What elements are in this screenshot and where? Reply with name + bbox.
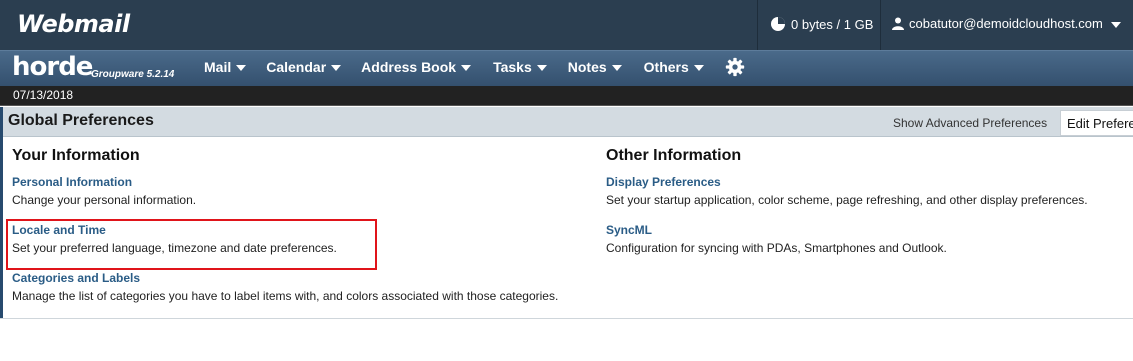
categories-and-labels-desc: Manage the list of categories you have t… (12, 289, 559, 303)
syncml-desc: Configuration for syncing with PDAs, Sma… (606, 241, 947, 255)
main-menu: Mail Calendar Address Book Tasks Notes O… (204, 59, 704, 75)
other-information-heading: Other Information (606, 147, 742, 164)
left-rail (0, 107, 3, 319)
syncml-link[interactable]: SyncML (606, 223, 1088, 237)
menu-notes-label: Notes (567, 59, 607, 75)
pref-item-personal-information: Personal Information Change your persona… (12, 175, 558, 223)
menu-tasks-label: Tasks (493, 59, 532, 75)
gear-icon[interactable] (725, 57, 745, 77)
webmail-topbar: Webmail 0 bytes / 1 GB cobatutor@demoidc… (0, 0, 1133, 50)
display-preferences-link[interactable]: Display Preferences (606, 175, 1088, 189)
chevron-down-icon (536, 65, 547, 71)
menu-others-label: Others (643, 59, 689, 75)
menu-calendar-label: Calendar (266, 59, 327, 75)
date-bar: 07/13/2018 (0, 86, 1133, 106)
other-information-section: Other Information Display Preferences Se… (606, 147, 1088, 271)
menu-calendar[interactable]: Calendar (266, 59, 342, 75)
topbar-divider (880, 0, 881, 50)
user-email: cobatutor@demoidcloudhost.com (909, 16, 1103, 31)
menu-tasks[interactable]: Tasks (493, 59, 547, 75)
webmail-logo[interactable]: Webmail (17, 10, 130, 38)
menu-address-book-label: Address Book (361, 59, 457, 75)
show-advanced-preferences-link[interactable]: Show Advanced Preferences (893, 116, 1047, 130)
quota-text: 0 bytes / 1 GB (791, 16, 874, 32)
groupware-version: Groupware 5.2.14 (91, 69, 175, 80)
chevron-down-icon (693, 65, 704, 71)
content-divider (0, 318, 1133, 319)
personal-information-link[interactable]: Personal Information (12, 175, 558, 189)
prefs-header: Global Preferences Show Advanced Prefere… (0, 107, 1133, 137)
categories-and-labels-link[interactable]: Categories and Labels (12, 271, 558, 285)
highlight-box (6, 219, 377, 270)
menu-others[interactable]: Others (644, 59, 704, 75)
chevron-down-icon (236, 65, 247, 71)
horde-logo[interactable]: horde (12, 52, 93, 82)
horde-navbar: horde Groupware 5.2.14 Mail Calendar Add… (0, 50, 1133, 86)
display-preferences-desc: Set your startup application, color sche… (606, 193, 1088, 207)
pref-item-display-preferences: Display Preferences Set your startup app… (606, 175, 1088, 223)
your-information-heading: Your Information (12, 147, 140, 164)
current-date: 07/13/2018 (13, 88, 74, 102)
chevron-down-icon (611, 65, 622, 71)
menu-mail-label: Mail (204, 59, 232, 75)
menu-notes[interactable]: Notes (568, 59, 622, 75)
personal-information-desc: Change your personal information. (12, 193, 197, 207)
pie-chart-icon (771, 17, 785, 31)
page-title: Global Preferences (8, 112, 154, 129)
topbar-divider (757, 0, 758, 50)
quota-indicator[interactable]: 0 bytes / 1 GB (770, 16, 873, 32)
chevron-down-icon[interactable] (1111, 22, 1121, 28)
menu-mail[interactable]: Mail (204, 59, 247, 75)
pref-item-syncml: SyncML Configuration for syncing with PD… (606, 223, 1088, 271)
chevron-down-icon (331, 65, 342, 71)
chevron-down-icon (461, 65, 472, 71)
user-menu[interactable]: cobatutor@demoidcloudhost.com (892, 16, 1103, 31)
menu-address-book[interactable]: Address Book (361, 59, 472, 75)
pref-item-categories-and-labels: Categories and Labels Manage the list of… (12, 271, 558, 319)
user-icon (892, 17, 904, 30)
edit-preferences-button[interactable]: Edit Preferences (1060, 110, 1133, 136)
